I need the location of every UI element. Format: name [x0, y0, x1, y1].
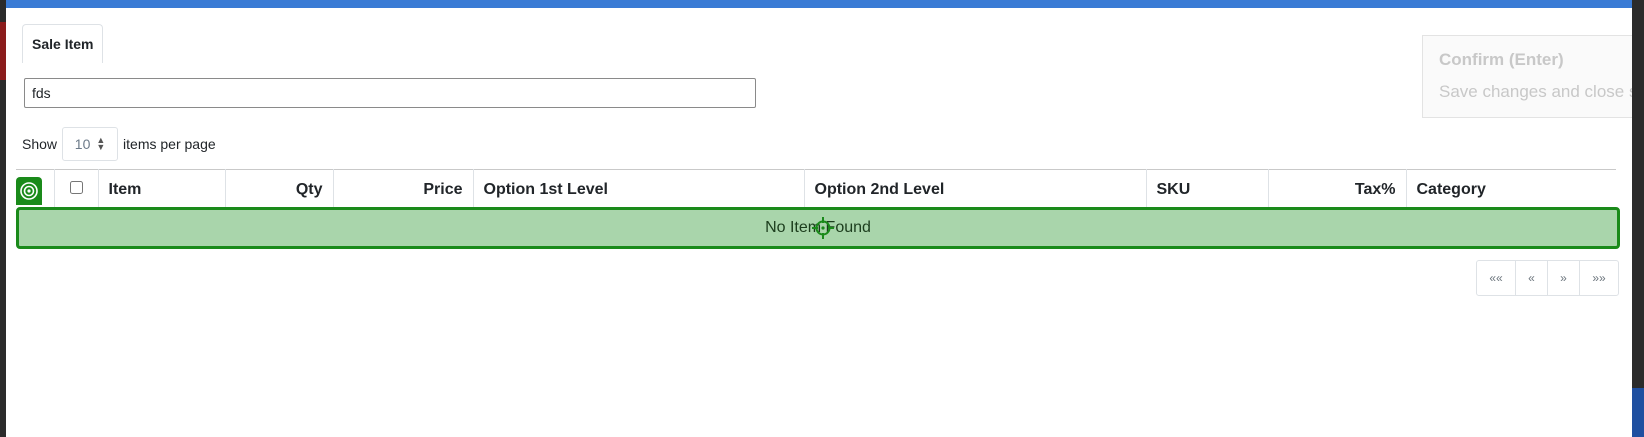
last-page-button[interactable]: »»	[1579, 260, 1619, 296]
column-header-price[interactable]: Price	[333, 169, 474, 210]
tab-sale-item[interactable]: Sale Item	[22, 24, 104, 63]
crosshair-icon	[812, 217, 834, 239]
column-header-option-1st-level[interactable]: Option 1st Level	[473, 169, 805, 210]
select-all-checkbox[interactable]	[69, 180, 83, 194]
pagination: «« « » »»	[1476, 260, 1619, 296]
backdrop-right-edge	[1632, 0, 1644, 437]
items-per-page-control: Show 10 ▲ ▼ items per page	[22, 126, 216, 162]
column-header-sku[interactable]: SKU	[1146, 169, 1269, 210]
column-header-qty[interactable]: Qty	[225, 169, 334, 210]
per-page-suffix: items per page	[123, 136, 216, 152]
column-header-item[interactable]: Item	[98, 169, 226, 210]
table-header-row: Item Qty Price Option 1st Level Option 2…	[16, 169, 1616, 210]
search-input[interactable]	[24, 78, 756, 108]
confirm-description: Save changes and close s	[1439, 82, 1632, 101]
column-header-option-2nd-level[interactable]: Option 2nd Level	[804, 169, 1147, 210]
select-all-header	[54, 169, 99, 210]
prev-page-button[interactable]: «	[1515, 260, 1548, 296]
column-header-tax[interactable]: Tax%	[1268, 169, 1407, 210]
next-page-button[interactable]: »	[1547, 260, 1580, 296]
chevron-updown-icon: ▲ ▼	[96, 135, 106, 152]
column-header-category[interactable]: Category	[1406, 169, 1616, 210]
items-table: Item Qty Price Option 1st Level Option 2…	[16, 169, 1616, 210]
confirm-button[interactable]: Confirm (Enter) Save changes and close s	[1422, 35, 1632, 118]
confirm-title: Confirm (Enter)	[1439, 50, 1564, 69]
show-label: Show	[22, 136, 58, 152]
target-icon	[16, 177, 42, 205]
per-page-select[interactable]: 10 ▲ ▼	[62, 127, 119, 161]
tab-label: Sale Item	[32, 36, 94, 52]
modal-header-bar	[6, 0, 1632, 8]
backdrop-accent	[1632, 388, 1644, 437]
per-page-value: 10	[74, 136, 91, 152]
first-page-button[interactable]: ««	[1476, 260, 1516, 296]
